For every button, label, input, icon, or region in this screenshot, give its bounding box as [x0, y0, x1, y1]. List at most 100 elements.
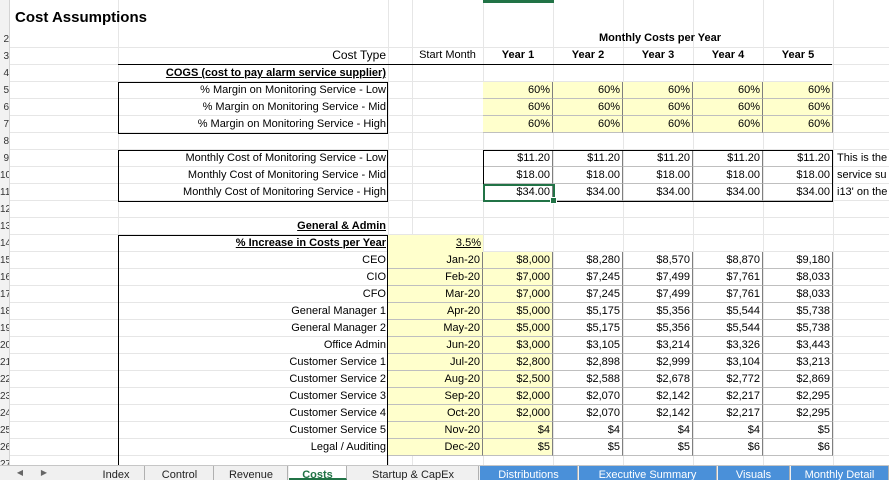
cost-value-cell[interactable]: $18.00: [623, 167, 693, 184]
margin-input-cell[interactable]: 60%: [693, 116, 763, 133]
ga-value-cell[interactable]: $3,105: [553, 337, 623, 354]
ga-value-cell[interactable]: $8,570: [623, 252, 693, 269]
ga-value-cell[interactable]: $4: [623, 422, 693, 439]
ga-value-cell[interactable]: $6: [763, 439, 833, 456]
year-header-1[interactable]: Year 1: [483, 47, 553, 64]
margin-input-cell[interactable]: 60%: [483, 99, 553, 116]
increase-value-cell[interactable]: 3.5%: [388, 235, 483, 252]
row-number[interactable]: 6: [0, 99, 9, 116]
margin-input-cell[interactable]: 60%: [553, 82, 623, 99]
ga-value-cell[interactable]: $2,588: [553, 371, 623, 388]
row-number[interactable]: 3: [0, 48, 9, 65]
ga-value-cell[interactable]: $2,142: [623, 388, 693, 405]
ga-value-cell[interactable]: $8,280: [553, 252, 623, 269]
cost-value-cell[interactable]: $11.20: [763, 150, 833, 167]
ga-row-label[interactable]: CFO: [118, 286, 388, 303]
ga-value-cell[interactable]: $5,356: [623, 303, 693, 320]
row-number[interactable]: 24: [0, 405, 9, 422]
row-number[interactable]: 13: [0, 218, 9, 235]
ga-value-cell[interactable]: $5,175: [553, 320, 623, 337]
ga-value-cell[interactable]: $9,180: [763, 252, 833, 269]
margin-input-cell[interactable]: 60%: [763, 82, 833, 99]
cost-type-header[interactable]: Cost Type: [118, 47, 388, 64]
start-month-cell[interactable]: Oct-20: [388, 405, 483, 422]
margin-row-label[interactable]: % Margin on Monitoring Service - Mid: [118, 99, 388, 116]
cost-value-cell[interactable]: $18.00: [483, 167, 553, 184]
ga-value-cell[interactable]: $2,999: [623, 354, 693, 371]
row-number[interactable]: 12: [0, 201, 9, 218]
sheet-tab-1[interactable]: Control: [146, 466, 214, 480]
ga-section-label[interactable]: General & Admin: [118, 218, 388, 235]
ga-value-cell[interactable]: $2,772: [693, 371, 763, 388]
start-month-cell[interactable]: Dec-20: [388, 439, 483, 456]
ga-value-cell[interactable]: $2,898: [553, 354, 623, 371]
ga-value-cell[interactable]: $5: [623, 439, 693, 456]
cost-value-cell[interactable]: $18.00: [763, 167, 833, 184]
sheet-tab-5[interactable]: Distributions: [480, 466, 578, 480]
cost-note[interactable]: service su: [835, 167, 889, 184]
start-month-cell[interactable]: Mar-20: [388, 286, 483, 303]
ga-value-cell[interactable]: $5,356: [623, 320, 693, 337]
ga-value-cell[interactable]: $8,870: [693, 252, 763, 269]
start-month-cell[interactable]: Feb-20: [388, 269, 483, 286]
ga-value-cell[interactable]: $2,070: [553, 405, 623, 422]
year-header-3[interactable]: Year 3: [623, 47, 693, 64]
ga-row-label[interactable]: CIO: [118, 269, 388, 286]
ga-value-cell[interactable]: $5: [483, 439, 553, 456]
start-month-cell[interactable]: Jul-20: [388, 354, 483, 371]
sheet-tab-3[interactable]: Costs: [289, 466, 347, 480]
ga-row-label[interactable]: Customer Service 4: [118, 405, 388, 422]
margin-row-label[interactable]: % Margin on Monitoring Service - High: [118, 116, 388, 133]
ga-value-cell[interactable]: $3,213: [763, 354, 833, 371]
row-number[interactable]: 25: [0, 422, 9, 439]
ga-value-cell[interactable]: $7,245: [553, 286, 623, 303]
ga-row-label[interactable]: CEO: [118, 252, 388, 269]
margin-input-cell[interactable]: 60%: [763, 116, 833, 133]
ga-value-cell[interactable]: $5: [763, 422, 833, 439]
start-month-cell[interactable]: Nov-20: [388, 422, 483, 439]
row-number[interactable]: 11: [0, 184, 9, 201]
cost-value-cell[interactable]: $11.20: [483, 150, 553, 167]
start-month-cell[interactable]: Aug-20: [388, 371, 483, 388]
next-sheet-icon[interactable]: ▶: [36, 466, 52, 480]
ga-value-cell[interactable]: $5,544: [693, 303, 763, 320]
ga-value-cell[interactable]: $2,217: [693, 388, 763, 405]
ga-row-label[interactable]: General Manager 2: [118, 320, 388, 337]
ga-value-cell[interactable]: $5,000: [483, 320, 553, 337]
ga-value-cell[interactable]: $2,678: [623, 371, 693, 388]
cost-value-cell[interactable]: $18.00: [693, 167, 763, 184]
ga-value-cell[interactable]: $5,738: [763, 320, 833, 337]
margin-input-cell[interactable]: 60%: [693, 99, 763, 116]
ga-value-cell[interactable]: $2,295: [763, 405, 833, 422]
cost-value-cell[interactable]: $34.00: [623, 184, 693, 201]
year-header-5[interactable]: Year 5: [763, 47, 833, 64]
ga-value-cell[interactable]: $2,800: [483, 354, 553, 371]
margin-input-cell[interactable]: 60%: [623, 82, 693, 99]
sheet-tab-0[interactable]: Index: [88, 466, 145, 480]
ga-value-cell[interactable]: $7,499: [623, 269, 693, 286]
margin-input-cell[interactable]: 60%: [483, 82, 553, 99]
row-number[interactable]: 10: [0, 167, 9, 184]
cost-value-cell[interactable]: $34.00: [693, 184, 763, 201]
ga-value-cell[interactable]: $5,738: [763, 303, 833, 320]
ga-row-label[interactable]: Office Admin: [118, 337, 388, 354]
row-number[interactable]: 5: [0, 82, 9, 99]
prev-sheet-icon[interactable]: ◀: [12, 466, 28, 480]
ga-value-cell[interactable]: $5,000: [483, 303, 553, 320]
margin-input-cell[interactable]: 60%: [553, 99, 623, 116]
ga-value-cell[interactable]: $5: [553, 439, 623, 456]
ga-value-cell[interactable]: $8,033: [763, 286, 833, 303]
ga-value-cell[interactable]: $2,295: [763, 388, 833, 405]
margin-row-label[interactable]: % Margin on Monitoring Service - Low: [118, 82, 388, 99]
row-number[interactable]: 7: [0, 116, 9, 133]
ga-value-cell[interactable]: $2,000: [483, 405, 553, 422]
sheet-tab-4[interactable]: Startup & CapEx: [348, 466, 479, 480]
ga-value-cell[interactable]: $2,000: [483, 388, 553, 405]
row-number[interactable]: 18: [0, 303, 9, 320]
sheet-tab-8[interactable]: Monthly Detail: [791, 466, 889, 480]
margin-input-cell[interactable]: 60%: [483, 116, 553, 133]
spreadsheet-grid[interactable]: 2 3 4 5 6 7 8 9 10 11 12 13 14 15 16 17 18 19 20 21 22 23 24 25…: [0, 0, 889, 465]
cost-value-cell[interactable]: $11.20: [553, 150, 623, 167]
ga-value-cell[interactable]: $4: [693, 422, 763, 439]
row-number[interactable]: 19: [0, 320, 9, 337]
